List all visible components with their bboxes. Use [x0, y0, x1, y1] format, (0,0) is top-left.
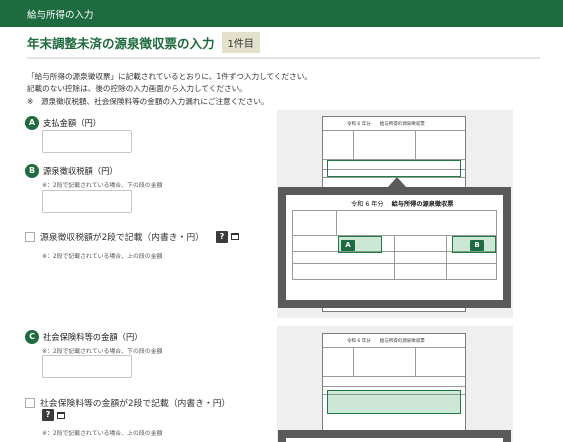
mini-form-vline	[415, 347, 416, 376]
marker-a-icon: A	[25, 116, 39, 130]
header-title: 給与所得の入力	[27, 10, 94, 21]
mini-form-title: 令和 6 年分 給与所得の源泉徴収票	[347, 339, 425, 344]
payment-label: A 支払金額（円）	[25, 116, 101, 130]
social-insurance-label-text: 社会保険料等の金額（円）	[43, 332, 143, 342]
withholding-two-rows-checkbox[interactable]	[25, 231, 35, 242]
mini-form-line	[323, 376, 465, 377]
marker-c-icon: C	[25, 330, 39, 344]
withholding-two-rows-row: 源泉徴収税額が2段で記載（内書き・円） ?	[25, 230, 239, 243]
external-window-icon[interactable]	[57, 411, 65, 419]
zoom-vline	[394, 235, 395, 279]
withholding-two-rows-note: ※：2段で記載されている場合、上の段の金額	[42, 254, 163, 260]
social-insurance-two-rows-checkbox[interactable]	[25, 397, 35, 408]
highlight-box-c	[327, 390, 461, 414]
social-insurance-two-rows-label[interactable]: 社会保険料等の金額が2段で記載（内書き・円）	[40, 396, 230, 409]
withholding-note: ※：2段で記載されている場合、下の段の金額	[42, 183, 163, 189]
zoom-line	[292, 210, 497, 211]
marker-a-icon: A	[341, 240, 355, 251]
zoom-vline	[292, 210, 293, 279]
intro-text: 「給与所得の源泉徴収票」に記載されているとおりに、1件ずつ入力してください。 記…	[27, 71, 527, 108]
social-insurance-label: C 社会保険料等の金額（円）	[25, 330, 143, 344]
social-insurance-note: ※：2段で記載されている場合、下の段の金額	[42, 349, 163, 355]
zoom-frame-2	[278, 430, 511, 442]
mini-form-2: 令和 6 年分 給与所得の源泉徴収票	[322, 333, 466, 442]
withholding-label: B 源泉徴収税額（円）	[25, 164, 118, 178]
header-bar: 給与所得の入力	[0, 0, 563, 27]
page-title: 年末調整未済の源泉徴収票の入力	[27, 35, 215, 51]
page-title-row: 年末調整未済の源泉徴収票の入力 1件目	[27, 31, 260, 53]
zoom-form-title: 令和 6 年分 給与所得の源泉徴収票	[351, 199, 454, 208]
mini-form-vline	[353, 347, 354, 376]
payment-input[interactable]	[42, 130, 132, 153]
help-icon[interactable]: ?	[215, 230, 228, 243]
social-insurance-two-rows-note: ※：2段で記載されている場合、上の段の金額	[42, 431, 163, 437]
zoom-vline	[446, 235, 447, 279]
withholding-label-text: 源泉徴収税額（円）	[43, 166, 118, 176]
external-window-icon[interactable]	[230, 233, 239, 240]
intro-line-3: ※ 源泉徴収税額、社会保険料等の金額の入力漏れにご注意ください。	[27, 96, 269, 106]
highlight-box	[327, 160, 461, 177]
intro-line-1: 「給与所得の源泉徴収票」に記載されているとおりに、1件ずつ入力してください。	[27, 72, 312, 81]
marker-b-icon: B	[470, 240, 484, 251]
social-insurance-help-row: ?	[42, 409, 65, 421]
zoom-form-name: 給与所得の源泉徴収票	[391, 201, 454, 208]
mini-form-line	[323, 386, 465, 387]
zoom-vline	[336, 210, 337, 235]
zoom-year: 令和 6 年分	[351, 201, 384, 208]
marker-b-icon: B	[25, 164, 39, 178]
help-icon[interactable]: ?	[42, 409, 54, 421]
payment-label-text: 支払金額（円）	[43, 118, 102, 128]
mini-form-vline	[415, 130, 416, 159]
social-insurance-input[interactable]	[42, 355, 132, 378]
social-insurance-two-rows-row: 社会保険料等の金額が2段で記載（内書き・円）	[25, 396, 230, 409]
zoom-vline	[496, 210, 497, 279]
count-badge: 1件目	[221, 31, 260, 53]
zoom-line	[292, 279, 497, 280]
withholding-two-rows-label[interactable]: 源泉徴収税額が2段で記載（内書き・円）	[40, 230, 204, 243]
mini-form-line	[323, 130, 465, 131]
intro-line-2: 記載のない控除は、後の控除の入力画面から入力してください。	[27, 84, 247, 94]
title-divider	[27, 57, 540, 59]
mini-form-line	[323, 347, 465, 348]
mini-form-title: 令和 6 年分 給与所得の源泉徴収票	[347, 122, 425, 127]
mini-form-vline	[353, 130, 354, 159]
zoom-frame: 令和 6 年分 給与所得の源泉徴収票 A B	[278, 187, 511, 308]
zoom-pointer	[388, 177, 406, 187]
withholding-input[interactable]	[42, 190, 132, 213]
